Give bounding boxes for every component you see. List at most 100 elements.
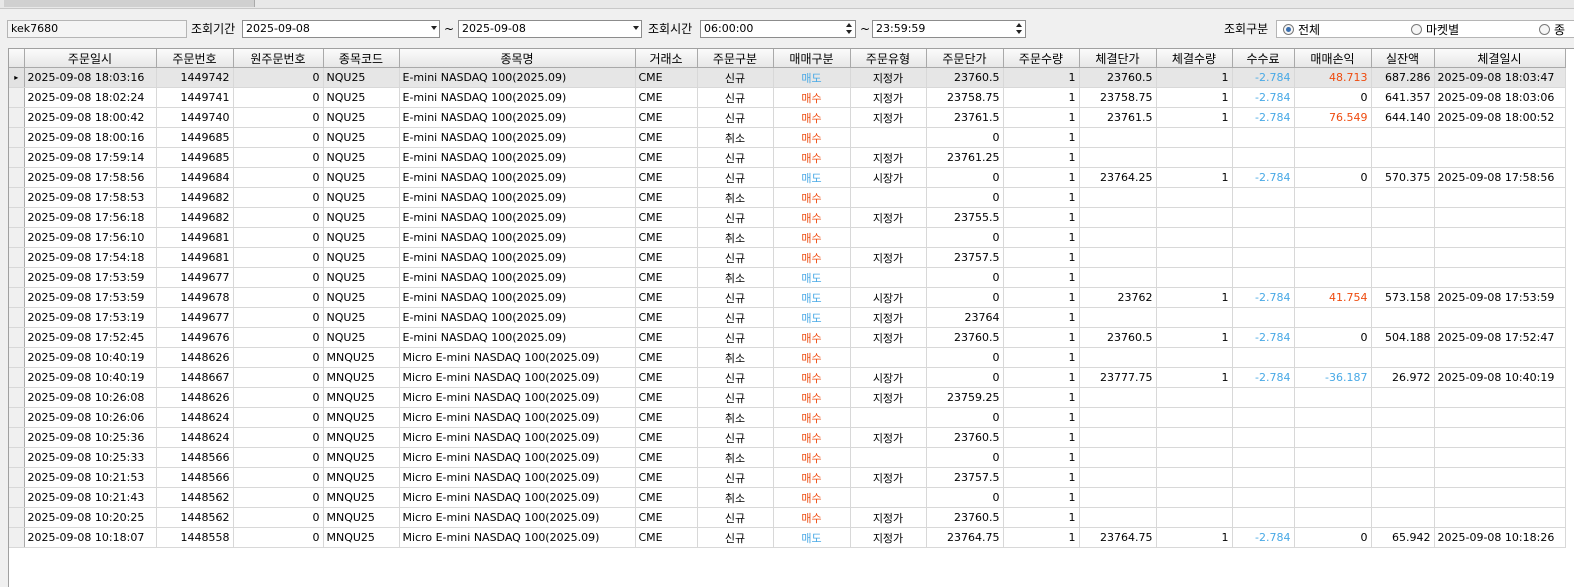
header-order-no[interactable]: 주문번호: [156, 49, 234, 68]
header-fill-price[interactable]: 체결단가: [1079, 49, 1157, 68]
header-order-qty[interactable]: 주문수량: [1003, 49, 1080, 68]
header-balance[interactable]: 실잔액: [1371, 49, 1435, 68]
cell-balance: 504.188: [1371, 327, 1435, 348]
cell-exchange: CME: [635, 187, 698, 208]
table-row[interactable]: 2025-09-08 10:26:06 1448624 0 MNQU25 Micro E…: [9, 407, 1566, 428]
cell-exchange: CME: [635, 247, 698, 268]
cell-exchange: CME: [635, 387, 698, 408]
table-row[interactable]: 2025-09-08 10:25:33 1448566 0 MNQU25 Micro E…: [9, 447, 1566, 468]
cell-order-qty: 1: [1003, 67, 1080, 88]
header-symbol-code[interactable]: 종목코드: [323, 49, 400, 68]
cell-order-no: 1449677: [156, 267, 234, 288]
table-row[interactable]: ▸ 2025-09-08 18:03:16 1449742 0 NQU25 E-mini …: [9, 67, 1566, 88]
header-order-kind[interactable]: 주문구분: [697, 49, 774, 68]
table-header-row: 주문일시 주문번호 원주문번호 종목코드 종목명 거래소 주문구분 매매구분 주문유형 주문단가 주…: [9, 49, 1566, 68]
cell-order-datetime: 2025-09-08 17:58:53: [24, 187, 157, 208]
radio-market[interactable]: 마켓별: [1411, 22, 1459, 38]
cell-fill-qty: 1: [1156, 327, 1233, 348]
cell-orig-order-no: 0: [233, 227, 324, 248]
table-row[interactable]: 2025-09-08 10:25:36 1448624 0 MNQU25 Micro E…: [9, 427, 1566, 448]
table-row[interactable]: 2025-09-08 10:21:43 1448562 0 MNQU25 Micro E…: [9, 487, 1566, 508]
cell-fill-datetime: 2025-09-08 10:40:19: [1434, 367, 1566, 388]
table-row[interactable]: 2025-09-08 17:56:10 1449681 0 NQU25 E-mini N…: [9, 227, 1566, 248]
cell-order-qty: 1: [1003, 307, 1080, 328]
order-grid: 주문일시 주문번호 원주문번호 종목코드 종목명 거래소 주문구분 매매구분 주문유형 주문단가 주…: [8, 48, 1574, 587]
table-row[interactable]: 2025-09-08 17:53:19 1449677 0 NQU25 E-mini N…: [9, 307, 1566, 328]
table-row[interactable]: 2025-09-08 10:26:08 1448626 0 MNQU25 Micro E…: [9, 387, 1566, 408]
table-row[interactable]: 2025-09-08 17:56:18 1449682 0 NQU25 E-mini N…: [9, 207, 1566, 228]
table-row[interactable]: 2025-09-08 10:40:19 1448667 0 MNQU25 Micro E…: [9, 367, 1566, 388]
cell-symbol-code: MNQU25: [323, 487, 400, 508]
header-symbol-name[interactable]: 종목명: [399, 49, 636, 68]
table-row[interactable]: 2025-09-08 10:21:53 1448566 0 MNQU25 Micro E…: [9, 467, 1566, 488]
cell-fee: -2.784: [1232, 67, 1295, 88]
cell-fill-datetime: 2025-09-08 17:52:47: [1434, 327, 1566, 348]
table-row[interactable]: 2025-09-08 17:54:18 1449681 0 NQU25 E-mini N…: [9, 247, 1566, 268]
table-row[interactable]: 2025-09-08 17:52:45 1449676 0 NQU25 E-mini N…: [9, 327, 1566, 348]
cell-symbol-code: NQU25: [323, 227, 400, 248]
account-field[interactable]: kek7680: [7, 20, 187, 38]
header-fill-datetime[interactable]: 체결일시: [1434, 49, 1566, 68]
spin-arrows-icon[interactable]: [845, 22, 854, 36]
table-row[interactable]: 2025-09-08 17:53:59 1449677 0 NQU25 E-mini N…: [9, 267, 1566, 288]
header-order-type[interactable]: 주문유형: [850, 49, 927, 68]
cell-balance: [1371, 147, 1435, 168]
cell-fill-datetime: 2025-09-08 17:53:59: [1434, 287, 1566, 308]
cell-orig-order-no: 0: [233, 487, 324, 508]
cell-balance: [1371, 447, 1435, 468]
header-exchange[interactable]: 거래소: [635, 49, 698, 68]
table-row[interactable]: 2025-09-08 10:20:25 1448562 0 MNQU25 Micro E…: [9, 507, 1566, 528]
cell-symbol-name: E-mini NASDAQ 100(2025.09): [399, 87, 636, 108]
spin-arrows-icon[interactable]: [1015, 22, 1024, 36]
cell-side: 매수: [773, 247, 851, 268]
cell-order-datetime: 2025-09-08 10:26:06: [24, 407, 157, 428]
chevron-down-icon[interactable]: [431, 26, 437, 30]
cell-order-qty: 1: [1003, 167, 1080, 188]
cell-order-datetime: 2025-09-08 17:52:45: [24, 327, 157, 348]
radio-item[interactable]: 종: [1539, 22, 1565, 38]
row-pointer-icon: ▸: [9, 67, 25, 88]
cell-orig-order-no: 0: [233, 407, 324, 428]
header-order-price[interactable]: 주문단가: [926, 49, 1004, 68]
cell-order-type: [850, 407, 927, 428]
cell-fill-qty: [1156, 487, 1233, 508]
chevron-down-icon[interactable]: [633, 26, 639, 30]
cell-side: 매수: [773, 227, 851, 248]
table-row[interactable]: 2025-09-08 18:00:16 1449685 0 NQU25 E-mini N…: [9, 127, 1566, 148]
table-row[interactable]: 2025-09-08 18:02:24 1449741 0 NQU25 E-mini N…: [9, 87, 1566, 108]
cell-order-price: 0: [926, 167, 1004, 188]
table-row[interactable]: 2025-09-08 17:58:56 1449684 0 NQU25 E-mini N…: [9, 167, 1566, 188]
table-row[interactable]: 2025-09-08 17:53:59 1449678 0 NQU25 E-mini N…: [9, 287, 1566, 308]
table-row[interactable]: 2025-09-08 17:58:53 1449682 0 NQU25 E-mini N…: [9, 187, 1566, 208]
cell-symbol-code: MNQU25: [323, 387, 400, 408]
date-from-select[interactable]: 2025-09-08: [242, 20, 440, 38]
cell-order-kind: 취소: [697, 487, 774, 508]
cell-order-kind: 신규: [697, 427, 774, 448]
cell-symbol-code: NQU25: [323, 287, 400, 308]
cell-symbol-code: NQU25: [323, 167, 400, 188]
table-row[interactable]: 2025-09-08 18:00:42 1449740 0 NQU25 E-mini N…: [9, 107, 1566, 128]
cell-balance: [1371, 127, 1435, 148]
header-fill-qty[interactable]: 체결수량: [1156, 49, 1233, 68]
date-to-select[interactable]: 2025-09-08: [458, 20, 642, 38]
table-row[interactable]: 2025-09-08 10:18:07 1448558 0 MNQU25 Micro E…: [9, 527, 1566, 548]
cell-symbol-code: NQU25: [323, 127, 400, 148]
header-orig-order-no[interactable]: 원주문번호: [233, 49, 324, 68]
cell-order-kind: 신규: [697, 147, 774, 168]
cell-side: 매도: [773, 307, 851, 328]
cell-pnl: 48.713: [1294, 67, 1372, 88]
cell-pnl: 0: [1294, 167, 1372, 188]
cell-order-type: [850, 267, 927, 288]
cell-fill-qty: [1156, 207, 1233, 228]
table-row[interactable]: 2025-09-08 17:59:14 1449685 0 NQU25 E-mini N…: [9, 147, 1566, 168]
header-order-datetime[interactable]: 주문일시: [24, 49, 157, 68]
radio-all[interactable]: 전체: [1283, 22, 1320, 38]
header-pnl[interactable]: 매매손익: [1294, 49, 1372, 68]
header-fee[interactable]: 수수료: [1232, 49, 1295, 68]
table-row[interactable]: 2025-09-08 10:40:19 1448626 0 MNQU25 Micro E…: [9, 347, 1566, 368]
window-tab[interactable]: [4, 0, 255, 7]
header-side[interactable]: 매매구분: [773, 49, 851, 68]
time-to-stepper[interactable]: 23:59:59: [872, 20, 1026, 38]
cell-fill-datetime: [1434, 487, 1566, 508]
time-from-stepper[interactable]: 06:00:00: [700, 20, 856, 38]
